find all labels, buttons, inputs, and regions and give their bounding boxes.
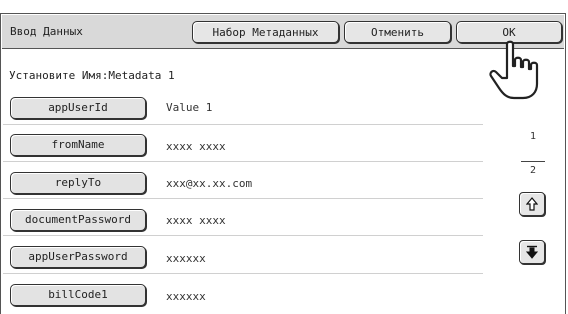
field-button-documentpassword[interactable]: documentPassword [10,209,146,231]
page-divider [521,161,545,162]
field-value-appuserid: Value 1 [166,101,213,114]
scroll-up-button[interactable] [519,192,545,216]
row-divider [3,235,483,236]
cancel-button[interactable]: Отменить [344,21,451,43]
field-button-replyto[interactable]: replyTo [10,172,146,194]
field-button-fromname[interactable]: fromName [10,134,146,156]
metadata-set-button[interactable]: Набор Метаданных [192,21,339,43]
field-value-documentpassword: xxxx xxxx [166,214,226,227]
arrow-down-icon [525,245,539,259]
field-value-fromname: xxxx xxxx [166,140,226,153]
page-current: 1 [529,131,537,142]
dialog-title: Ввод Данных [10,25,83,38]
row-divider [3,273,483,274]
field-button-appuserpassword[interactable]: appUserPassword [10,246,146,268]
pointing-hand-icon [489,40,539,100]
row-divider [3,198,483,199]
field-button-billcode1[interactable]: billCode1 [10,284,146,306]
field-button-appuserid[interactable]: appUserId [10,97,146,119]
field-value-appuserpassword: xxxxxx [166,252,206,265]
scroll-down-button[interactable] [519,240,545,264]
title-bar: Ввод Данных Набор Метаданных Отменить OK [2,15,564,49]
dialog-frame: Ввод Данных Набор Метаданных Отменить OK… [0,13,566,314]
field-value-replyto: xxx@xx.xx.com [166,177,253,190]
instruction-text: Установите Имя:Metadata 1 [9,69,175,82]
arrow-up-icon [525,197,539,211]
row-divider [3,161,483,162]
row-divider [3,124,483,125]
metadata-entry-screen: Ввод Данных Набор Метаданных Отменить OK… [0,0,568,314]
page-total: 2 [529,165,537,176]
field-value-billcode1: xxxxxx [166,290,206,303]
